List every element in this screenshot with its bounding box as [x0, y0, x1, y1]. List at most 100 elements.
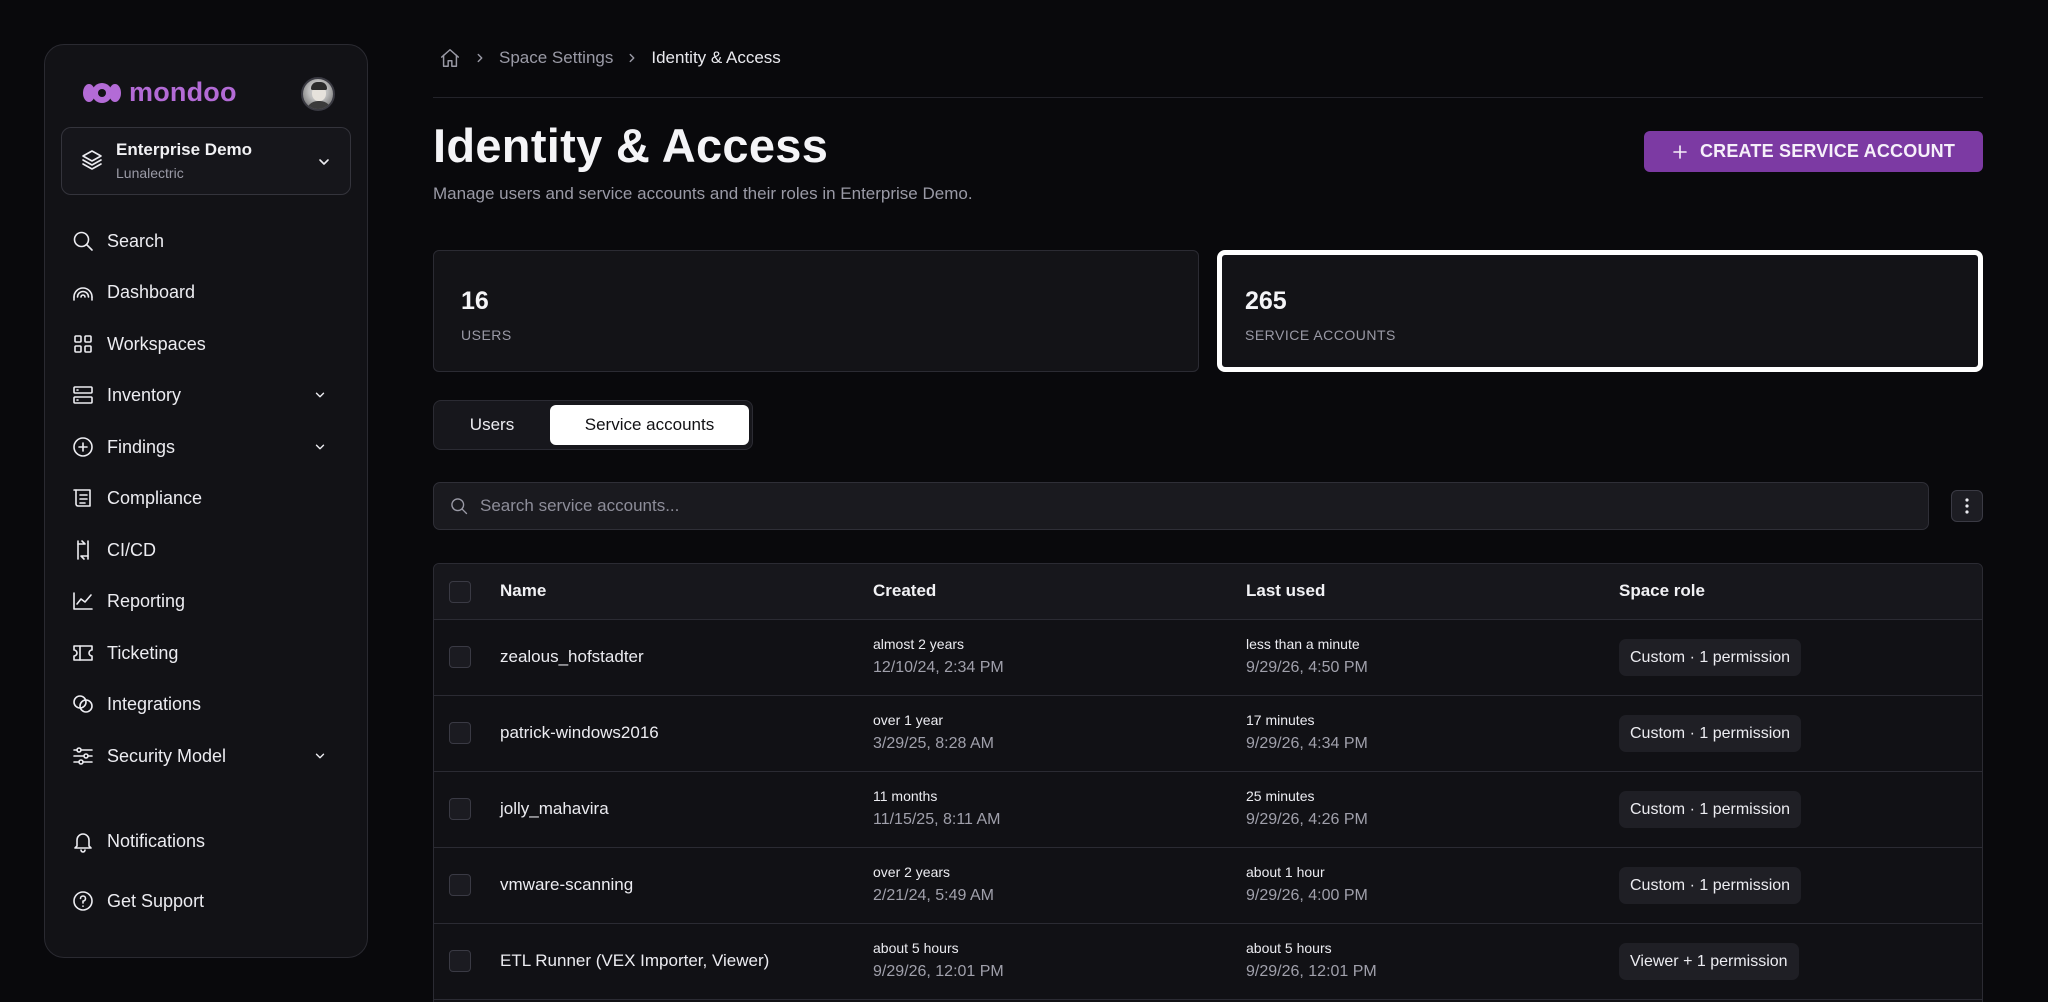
logo-icon	[81, 82, 123, 104]
compliance-icon	[73, 489, 91, 507]
space-role-badge[interactable]: Custom · 1 permission	[1619, 867, 1802, 904]
header-divider	[433, 97, 1983, 98]
row-checkbox[interactable]	[449, 646, 471, 668]
avatar[interactable]	[301, 77, 335, 111]
table-row[interactable]: ETL Runner (VEX Importer, Viewer) about …	[434, 924, 1982, 1000]
integrations-icon	[73, 695, 93, 713]
sidebar-item-security-model[interactable]: Security Model	[71, 736, 341, 776]
main-content: Space Settings Identity & Access Identit…	[433, 0, 1983, 1002]
last-used-date: 9/29/26, 4:00 PM	[1246, 887, 1368, 904]
users-label: USERS	[461, 327, 512, 343]
breadcrumb-space-settings[interactable]: Space Settings	[499, 48, 613, 68]
service-accounts-table: Name Created Last used Space role zealou…	[433, 563, 1983, 1002]
column-last-used[interactable]: Last used	[1246, 581, 1325, 601]
page-title: Identity & Access	[433, 119, 829, 172]
sidebar-item-reporting[interactable]: Reporting	[71, 581, 341, 621]
sidebar-item-workspaces[interactable]: Workspaces	[71, 324, 341, 364]
last-used-relative: 25 minutes	[1246, 788, 1315, 804]
home-icon[interactable]	[439, 47, 461, 69]
column-created[interactable]: Created	[873, 581, 936, 601]
tab-users[interactable]: Users	[438, 405, 546, 445]
findings-icon	[73, 437, 93, 457]
search-input[interactable]	[480, 483, 1910, 529]
sidebar-item-findings[interactable]: Findings	[71, 427, 341, 467]
space-role-badge[interactable]: Custom · 1 permission	[1619, 715, 1802, 752]
sidebar-item-dashboard[interactable]: Dashboard	[71, 272, 341, 312]
plus-icon	[1673, 144, 1687, 159]
row-checkbox[interactable]	[449, 874, 471, 896]
sidebar-item-label: Ticketing	[107, 642, 179, 663]
more-options-button[interactable]	[1951, 490, 1983, 522]
table-row[interactable]: vmware-scanning over 2 years 2/21/24, 5:…	[434, 848, 1982, 924]
search-box	[433, 482, 1929, 530]
brand-name: mondoo	[129, 77, 237, 107]
tab-group: Users Service accounts	[433, 400, 753, 450]
created-relative: almost 2 years	[873, 636, 965, 652]
column-space-role[interactable]: Space role	[1619, 581, 1705, 601]
sidebar-item-ticketing[interactable]: Ticketing	[71, 633, 341, 673]
service-accounts-stat-card[interactable]: 265 SERVICE ACCOUNTS	[1217, 250, 1983, 372]
row-checkbox[interactable]	[449, 950, 471, 972]
chevron-down-icon	[315, 444, 325, 450]
sidebar-item-label: Search	[107, 230, 165, 251]
account-name[interactable]: patrick-windows2016	[500, 723, 659, 743]
app: mondoo Enterprise Demo Lunalectric Searc…	[0, 0, 2048, 1002]
row-checkbox[interactable]	[449, 798, 471, 820]
row-checkbox[interactable]	[449, 722, 471, 744]
sidebar-item-label: Workspaces	[107, 333, 206, 354]
space-role-badge[interactable]: Custom · 1 permission	[1619, 791, 1802, 828]
account-name[interactable]: zealous_hofstadter	[500, 647, 644, 667]
last-used-relative: less than a minute	[1246, 636, 1360, 652]
space-name: Enterprise Demo	[116, 140, 253, 159]
sidebar-item-label: Reporting	[107, 590, 186, 611]
page-description: Manage users and service accounts and th…	[433, 184, 973, 203]
created-relative: over 1 year	[873, 712, 944, 728]
column-name[interactable]: Name	[500, 581, 546, 601]
sidebar-item-get-support[interactable]: Get Support	[71, 881, 341, 921]
space-selector[interactable]: Enterprise Demo Lunalectric	[61, 127, 351, 195]
table-header: Name Created Last used Space role	[434, 564, 1982, 620]
space-role-badge[interactable]: Custom · 1 permission	[1619, 639, 1802, 676]
help-icon	[73, 891, 93, 911]
tab-service-accounts[interactable]: Service accounts	[550, 405, 749, 445]
more-vertical-icon	[1965, 498, 1969, 514]
sidebar-item-label: Compliance	[107, 487, 203, 508]
create-button-label: CREATE SERVICE ACCOUNT	[1699, 141, 1956, 161]
sidebar-item-inventory[interactable]: Inventory	[71, 375, 341, 415]
sidebar-item-label: Integrations	[107, 693, 202, 714]
account-name[interactable]: jolly_mahavira	[500, 799, 609, 819]
dashboard-icon	[73, 287, 93, 301]
sidebar-item-notifications[interactable]: Notifications	[71, 821, 341, 861]
chevron-right-icon	[629, 53, 635, 63]
sidebar-item-integrations[interactable]: Integrations	[71, 684, 341, 724]
create-service-account-button[interactable]: CREATE SERVICE ACCOUNT	[1644, 131, 1983, 172]
select-all-checkbox[interactable]	[449, 581, 471, 603]
created-date: 3/29/25, 8:28 AM	[873, 735, 994, 752]
security-model-icon	[73, 747, 93, 765]
sidebar-item-label: CI/CD	[107, 539, 156, 560]
layers-icon	[82, 150, 102, 170]
sidebar-item-label: Get Support	[107, 890, 205, 911]
created-date: 2/21/24, 5:49 AM	[873, 887, 994, 904]
last-used-relative: 17 minutes	[1246, 712, 1315, 728]
table-row[interactable]: jolly_mahavira 11 months 11/15/25, 8:11 …	[434, 772, 1982, 848]
table-row[interactable]: patrick-windows2016 over 1 year 3/29/25,…	[434, 696, 1982, 772]
users-stat-card[interactable]: 16 USERS	[433, 250, 1199, 372]
reporting-icon	[73, 592, 93, 610]
sidebar-item-label: Dashboard	[107, 281, 196, 302]
last-used-relative: about 1 hour	[1246, 864, 1325, 880]
service-accounts-label: SERVICE ACCOUNTS	[1245, 327, 1396, 343]
account-name[interactable]: ETL Runner (VEX Importer, Viewer)	[500, 951, 769, 971]
sidebar-item-cicd[interactable]: CI/CD	[71, 530, 341, 570]
mondoo-logo[interactable]: mondoo	[81, 79, 237, 106]
account-name[interactable]: vmware-scanning	[500, 875, 633, 895]
created-date: 11/15/25, 8:11 AM	[873, 811, 1001, 828]
space-role-badge[interactable]: Viewer + 1 permission	[1619, 943, 1799, 980]
sidebar-item-search[interactable]: Search	[71, 221, 341, 261]
table-row[interactable]: zealous_hofstadter almost 2 years 12/10/…	[434, 620, 1982, 696]
sidebar-item-label: Inventory	[107, 384, 182, 405]
last-used-date: 9/29/26, 4:50 PM	[1246, 659, 1368, 676]
ticketing-icon	[73, 645, 93, 661]
created-date: 12/10/24, 2:34 PM	[873, 659, 1004, 676]
sidebar-item-compliance[interactable]: Compliance	[71, 478, 341, 518]
